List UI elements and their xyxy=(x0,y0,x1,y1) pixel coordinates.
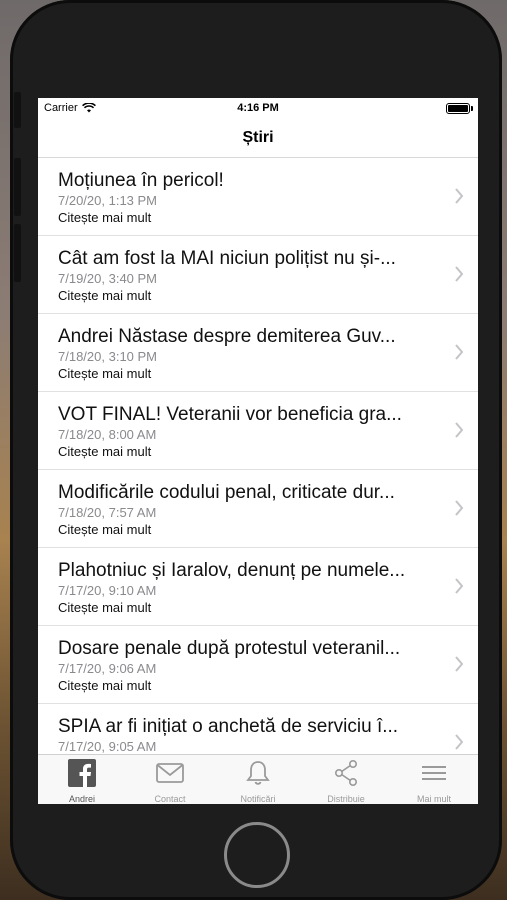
tab-facebook[interactable]: Andrei xyxy=(38,755,126,804)
share-icon xyxy=(331,759,361,792)
news-item-date: 7/20/20, 1:13 PM xyxy=(58,193,158,208)
news-item[interactable]: Cât am fost la MAI niciun polițist nu și… xyxy=(38,236,478,314)
read-more-label: Citește mai mult xyxy=(58,522,152,537)
chevron-right-icon xyxy=(455,266,464,282)
tab-bar: Andrei Contact Notificări Distribuie Mai mul… xyxy=(38,754,478,804)
news-item-title: Cât am fost la MAI niciun polițist nu și… xyxy=(58,248,396,269)
chevron-right-icon xyxy=(455,500,464,516)
menu-icon xyxy=(419,759,449,792)
news-item[interactable]: Plahotniuc și Iaralov, denunț pe numele.… xyxy=(38,548,478,626)
read-more-label: Citește mai mult xyxy=(58,678,152,693)
read-more-label: Citește mai mult xyxy=(58,366,152,381)
battery-tip xyxy=(471,106,473,111)
news-item-title: Plahotniuc și Iaralov, denunț pe numele.… xyxy=(58,560,406,581)
news-item-title: VOT FINAL! Veteranii vor beneficia gra..… xyxy=(58,404,402,425)
news-item-title: SPIA ar fi inițiat o anchetă de serviciu… xyxy=(58,716,399,737)
status-bar: Carrier 4:16 PM xyxy=(38,98,478,118)
read-more-label: Citește mai mult xyxy=(58,210,152,225)
news-item[interactable]: Modificările codului penal, criticate du… xyxy=(38,470,478,548)
wifi-icon xyxy=(81,103,96,113)
status-time: 4:16 PM xyxy=(237,102,279,114)
chevron-right-icon xyxy=(455,344,464,360)
news-item-date: 7/17/20, 9:06 AM xyxy=(58,661,157,676)
tab-label: Contact xyxy=(154,794,186,804)
tab-mail[interactable]: Contact xyxy=(126,755,214,804)
news-item[interactable]: Dosare penale după protestul veteranil..… xyxy=(38,626,478,704)
tab-bell[interactable]: Notificări xyxy=(214,755,302,804)
news-item-date: 7/18/20, 8:00 AM xyxy=(58,427,157,442)
news-item-title: Andrei Năstase despre demiterea Guv... xyxy=(58,326,396,347)
tab-share[interactable]: Distribuie xyxy=(302,755,390,804)
news-item[interactable]: VOT FINAL! Veteranii vor beneficia gra..… xyxy=(38,392,478,470)
carrier-label: Carrier xyxy=(44,102,78,114)
tab-menu[interactable]: Mai mult xyxy=(390,755,478,804)
page-title: Știri xyxy=(242,128,274,146)
news-item[interactable]: Andrei Năstase despre demiterea Guv... 7/… xyxy=(38,314,478,392)
tab-label: Mai mult xyxy=(416,794,451,804)
chevron-right-icon xyxy=(455,656,464,672)
volume-down-button xyxy=(14,224,21,282)
mail-icon xyxy=(155,759,185,792)
chevron-right-icon xyxy=(455,422,464,438)
mute-switch xyxy=(14,92,21,128)
tab-label: Andrei xyxy=(68,794,95,804)
facebook-icon xyxy=(67,759,97,792)
read-more-label: Citește mai mult xyxy=(58,600,152,615)
news-item-title: Modificările codului penal, criticate du… xyxy=(58,482,395,503)
news-item-date: 7/19/20, 3:40 PM xyxy=(58,271,158,286)
home-button[interactable] xyxy=(224,822,290,888)
tab-label: Notificări xyxy=(240,794,276,804)
news-item-title: Moțiunea în pericol! xyxy=(58,170,224,191)
chevron-right-icon xyxy=(455,578,464,594)
news-item-date: 7/18/20, 7:57 AM xyxy=(58,505,157,520)
bell-icon xyxy=(243,759,273,792)
news-item-date: 7/17/20, 9:05 AM xyxy=(58,739,157,754)
news-item[interactable]: Moțiunea în pericol! 7/20/20, 1:13 PM Cite… xyxy=(38,158,478,236)
chevron-right-icon xyxy=(455,188,464,204)
read-more-label: Citește mai mult xyxy=(58,288,152,303)
read-more-label: Citește mai mult xyxy=(58,444,152,459)
tab-label: Distribuie xyxy=(327,794,365,804)
navigation-bar: Știri xyxy=(38,118,478,158)
news-item-date: 7/17/20, 9:10 AM xyxy=(58,583,157,598)
chevron-right-icon xyxy=(455,734,464,750)
volume-up-button xyxy=(14,158,21,216)
news-item-date: 7/18/20, 3:10 PM xyxy=(58,349,158,364)
news-item-title: Dosare penale după protestul veteranil..… xyxy=(58,638,401,659)
news-item[interactable]: SPIA ar fi inițiat o anchetă de serviciu… xyxy=(38,704,478,754)
news-list[interactable]: Moțiunea în pericol! 7/20/20, 1:13 PM Cite… xyxy=(38,158,478,754)
battery-icon xyxy=(446,103,470,114)
app-screen: Carrier 4:16 PM Știri Moțiunea în perico… xyxy=(38,98,478,804)
